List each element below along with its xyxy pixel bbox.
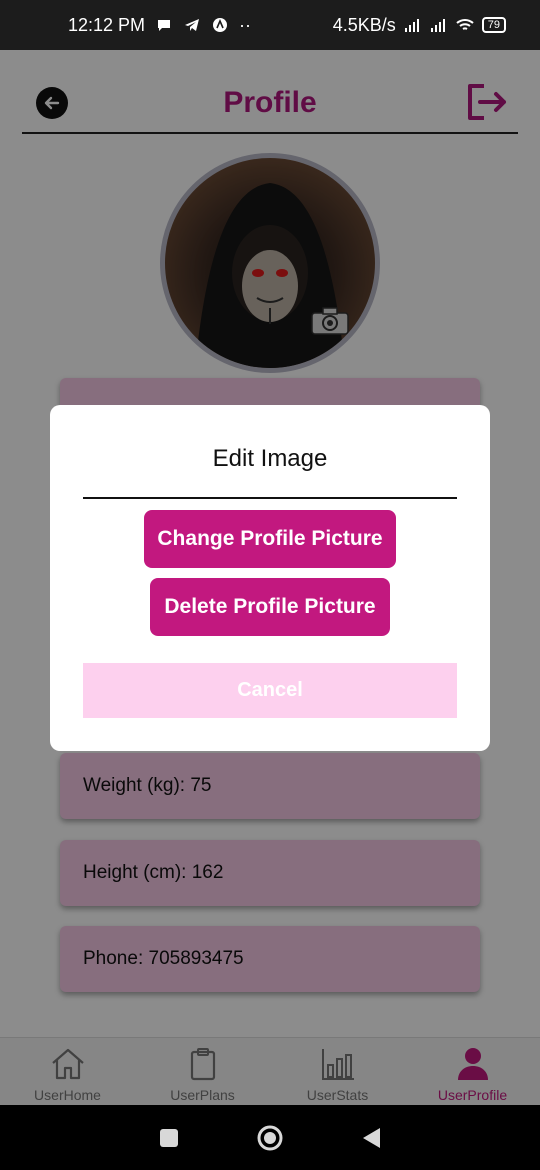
edit-image-dialog: Edit Image Change Profile Picture Delete… — [50, 405, 490, 751]
change-profile-picture-button[interactable]: Change Profile Picture — [144, 510, 396, 568]
home-button[interactable] — [256, 1124, 284, 1152]
delete-profile-picture-button[interactable]: Delete Profile Picture — [150, 578, 390, 636]
status-time: 12:12 PM — [68, 14, 146, 35]
battery-indicator: 79 — [481, 17, 506, 33]
status-bar: 12:12 PM ·· 4.5KB/s 79 — [0, 0, 540, 50]
signal-icon — [404, 19, 419, 32]
more-notifications-icon: ·· — [239, 14, 252, 35]
chat-icon — [158, 20, 171, 31]
wifi-icon — [456, 19, 474, 30]
system-navigation-bar — [0, 1105, 540, 1170]
dialog-title: Edit Image — [212, 445, 328, 472]
signal-icon-2 — [430, 19, 445, 32]
network-speed: 4.5KB/s — [332, 14, 396, 35]
cancel-button[interactable]: Cancel — [83, 663, 457, 718]
recents-button[interactable] — [158, 1127, 180, 1149]
telegram-icon — [185, 19, 200, 31]
app-icon — [213, 18, 228, 32]
back-triangle-button[interactable] — [360, 1126, 382, 1150]
dialog-divider — [83, 497, 457, 499]
